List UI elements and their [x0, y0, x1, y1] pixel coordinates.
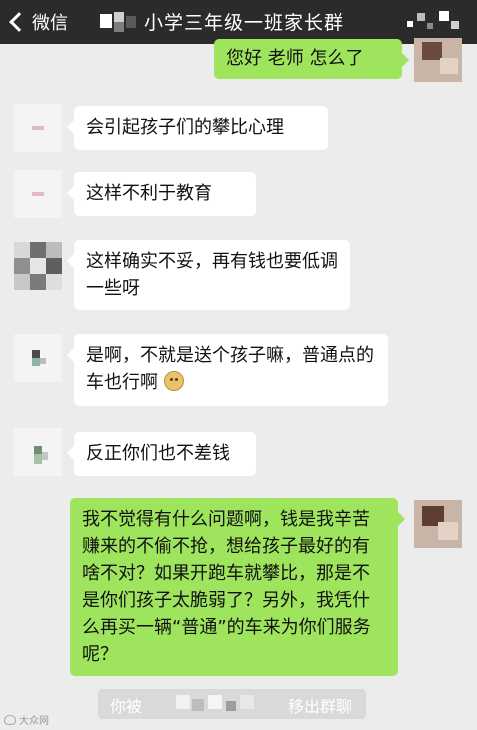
chat-title-text: 小学三年级一班家长群	[144, 12, 345, 34]
teacher-avatar[interactable]	[14, 104, 62, 152]
header-mosaic	[407, 9, 467, 35]
sent-message-bubble: 您好 老师 怎么了	[214, 39, 409, 79]
emoji-icon	[163, 371, 184, 391]
received-message-bubble: 是啊，不就是送个孩子嘛，普通点的车也行啊	[67, 334, 388, 406]
watermark: 大众网	[4, 712, 49, 727]
message-text: 是啊，不就是送个孩子嘛，普通点的车也行啊	[86, 345, 374, 393]
parent-avatar[interactable]	[14, 428, 62, 476]
my-avatar[interactable]	[414, 38, 462, 82]
sent-message-bubble: 我不觉得有什么问题啊，钱是我辛苦赚来的不偷不抢，想给孩子最好的有啥不对？如果开跑…	[70, 498, 405, 676]
chat-header: 微信 小学三年级一班家长群	[0, 0, 477, 44]
my-avatar[interactable]	[414, 500, 462, 548]
system-notice: 你被 移出群聊	[98, 689, 366, 719]
title-mosaic	[100, 11, 138, 32]
system-notice-prefix: 你被	[110, 697, 143, 716]
system-notice-suffix: 移出群聊	[287, 697, 352, 716]
chat-title: 小学三年级一班家长群	[100, 8, 400, 35]
message-text: 这样确实不妥，再有钱也要低调一些呀	[86, 251, 338, 299]
received-message-bubble: 会引起孩子们的攀比心理	[67, 106, 328, 150]
message-text: 您好 老师 怎么了	[226, 48, 364, 69]
parent-avatar[interactable]	[14, 242, 62, 290]
message-text: 这样不利于教育	[86, 183, 212, 204]
weibo-icon	[4, 714, 16, 725]
received-message-bubble: 反正你们也不差钱	[67, 432, 256, 476]
watermark-text: 大众网	[19, 716, 49, 727]
received-message-bubble: 这样不利于教育	[67, 172, 256, 216]
message-text: 会引起孩子们的攀比心理	[86, 117, 284, 138]
parent-avatar[interactable]	[14, 334, 62, 382]
notice-mosaic	[176, 693, 266, 715]
message-text: 反正你们也不差钱	[86, 443, 230, 464]
back-button[interactable]: 微信	[8, 9, 68, 35]
teacher-avatar[interactable]	[14, 170, 62, 218]
chevron-left-icon	[9, 12, 29, 32]
received-message-bubble: 这样确实不妥，再有钱也要低调一些呀	[67, 240, 350, 310]
back-label: 微信	[32, 13, 68, 34]
message-text: 我不觉得有什么问题啊，钱是我辛苦赚来的不偷不抢，想给孩子最好的有啥不对？如果开跑…	[82, 509, 371, 665]
